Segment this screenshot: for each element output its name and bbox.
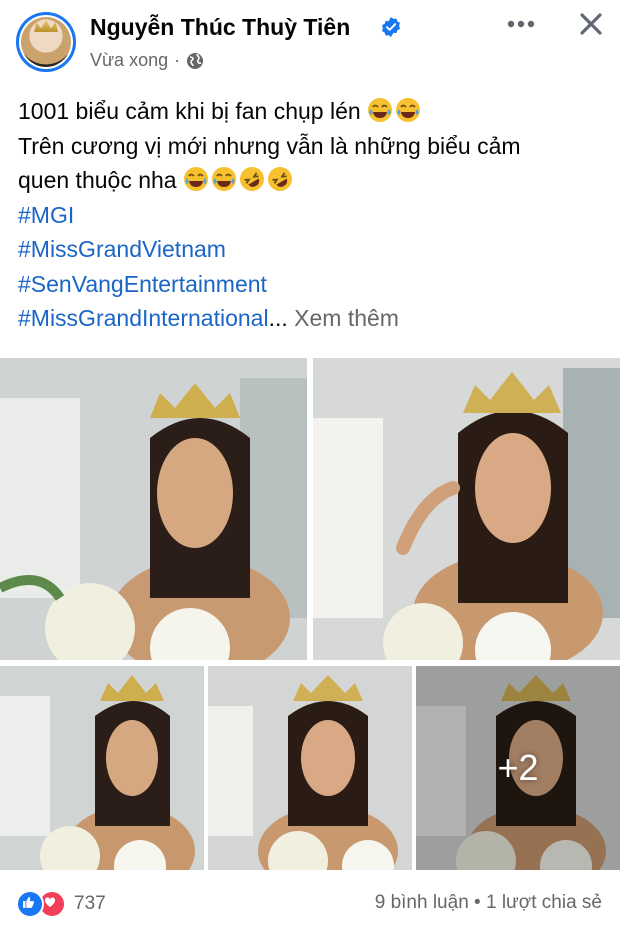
see-more-link[interactable]: Xem thêm (294, 305, 399, 331)
post-meta: Vừa xong · (90, 50, 204, 71)
caption-line-2: Trên cương vị mới nhưng vẫn là những biể… (18, 132, 521, 159)
hashtag-link[interactable]: #MissGrandInternational (18, 305, 269, 331)
rolling-laughing-emoji-icon (239, 167, 264, 191)
post-footer: 737 9 bình luận • 1 lượt chia sẻ (0, 880, 620, 925)
hashtag-link[interactable]: #MGI (18, 198, 608, 233)
close-icon[interactable] (577, 10, 605, 38)
comment-count-link[interactable]: 9 bình luận (375, 892, 469, 913)
verified-badge-icon (382, 17, 400, 37)
photo-4[interactable] (208, 666, 412, 870)
photo-grid: +2 (0, 358, 620, 870)
photo-3[interactable] (0, 666, 204, 870)
caption-line-last: #MissGrandInternational... Xem thêm (18, 301, 608, 336)
tears-of-joy-emoji-icon (396, 98, 421, 122)
share-count-link[interactable]: 1 lượt chia sẻ (486, 892, 602, 913)
more-options-icon[interactable] (505, 12, 537, 36)
caption-line-1: 1001 biểu cảm khi bị fan chụp lén (18, 94, 608, 129)
hashtag-link[interactable]: #SenVangEntertainment (18, 267, 608, 302)
post-header: Nguyễn Thúc Thuỳ Tiên Vừa xong · (0, 0, 620, 90)
hashtag-link[interactable]: #MissGrandVietnam (18, 232, 608, 267)
photo-2-image (313, 358, 620, 660)
rolling-laughing-emoji-icon (267, 167, 292, 191)
caption-text-1: 1001 biểu cảm khi bị fan chụp lén (18, 98, 361, 124)
photo-4-image (208, 666, 412, 870)
photo-2[interactable] (313, 358, 620, 660)
post-caption: 1001 biểu cảm khi bị fan chụp lén Trên c… (18, 94, 608, 336)
more-photos-overlay[interactable]: +2 (416, 666, 620, 870)
caption-text-3: quen thuộc nha (18, 167, 177, 193)
reaction-summary[interactable]: 737 (16, 890, 106, 918)
photo-3-image (0, 666, 204, 870)
tears-of-joy-emoji-icon (368, 98, 393, 122)
tears-of-joy-emoji-icon (211, 167, 236, 191)
photo-1-image (0, 358, 307, 660)
photo-1[interactable] (0, 358, 307, 660)
reaction-count: 737 (74, 893, 106, 914)
crown-icon (34, 20, 58, 32)
caption-line-3: quen thuộc nha (18, 163, 608, 198)
globe-icon (187, 52, 204, 69)
tears-of-joy-emoji-icon (183, 167, 208, 191)
stats-separator: • (474, 892, 481, 913)
meta-separator: · (174, 50, 181, 70)
post-time[interactable]: Vừa xong (90, 50, 168, 71)
engagement-stats: 9 bình luận • 1 lượt chia sẻ (375, 892, 602, 914)
author-avatar[interactable] (16, 12, 76, 72)
photo-5[interactable]: +2 (416, 666, 620, 870)
author-name[interactable]: Nguyễn Thúc Thuỳ Tiên (90, 14, 350, 41)
caption-ellipsis: ... (268, 305, 288, 331)
like-reaction-icon (16, 890, 44, 918)
